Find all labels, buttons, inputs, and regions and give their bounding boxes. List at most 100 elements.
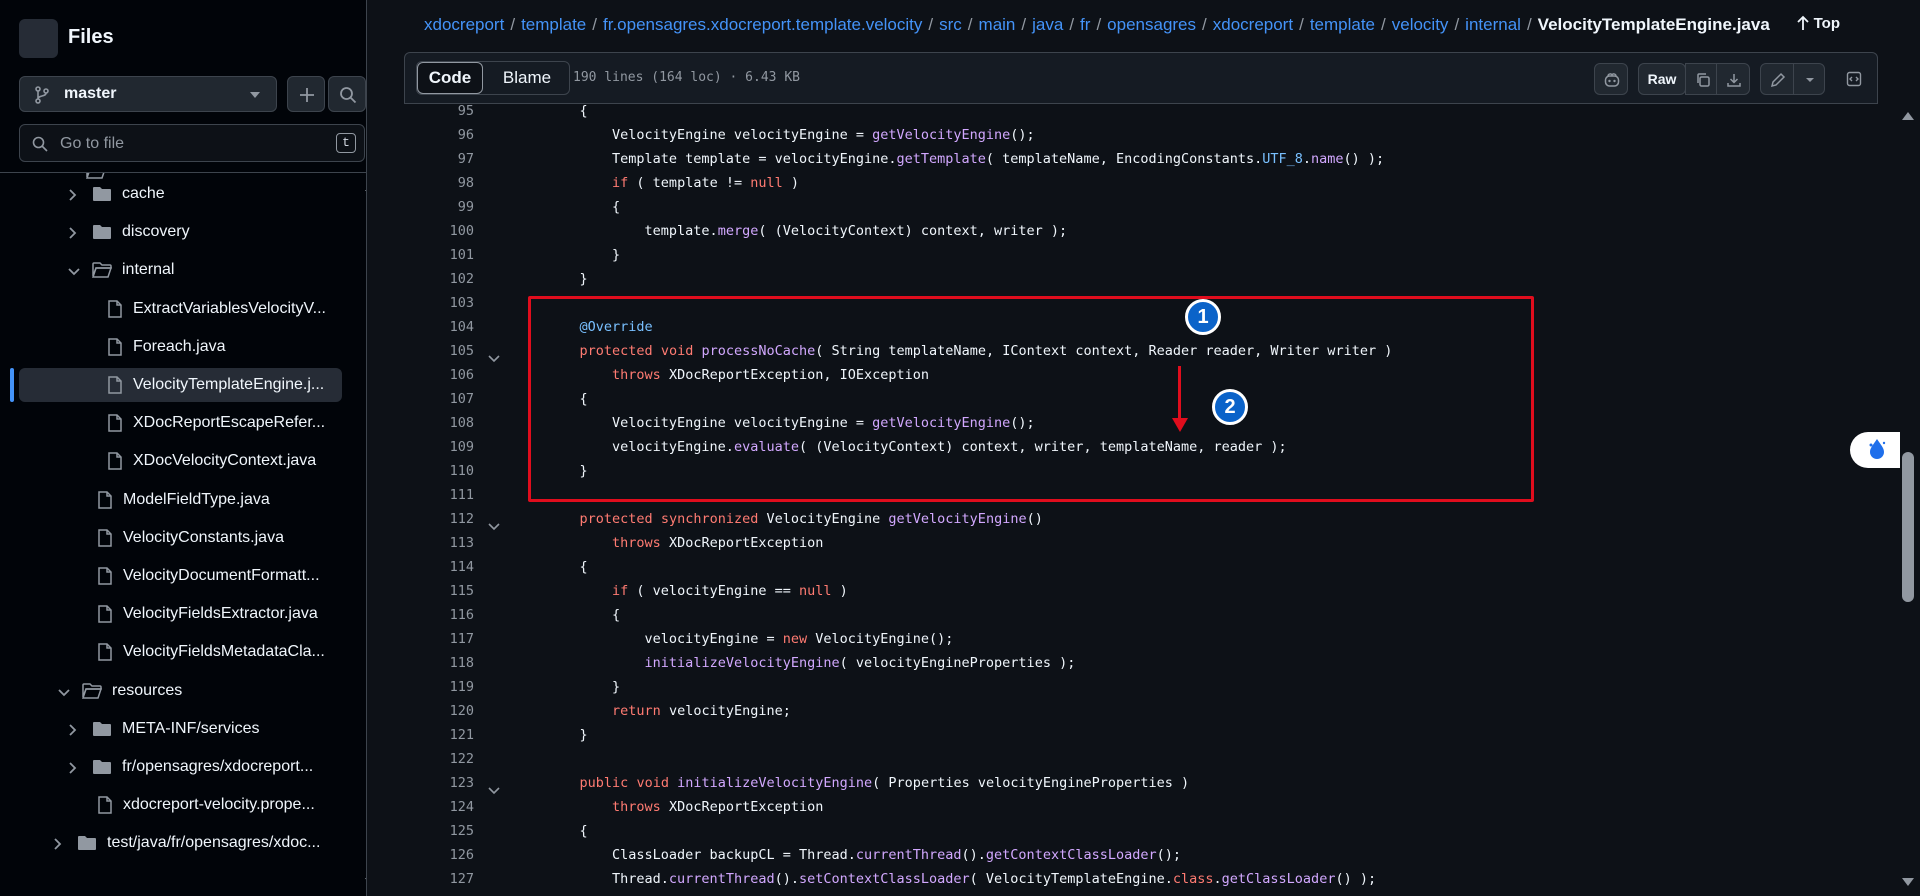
line-number[interactable]: 111 bbox=[404, 487, 474, 503]
breadcrumb-link[interactable]: xdocreport bbox=[1213, 15, 1293, 34]
line-number[interactable]: 123 bbox=[404, 775, 474, 791]
tree-file[interactable]: VelocityConstants.java bbox=[0, 521, 350, 555]
page-scrollbar-thumb[interactable] bbox=[1902, 452, 1914, 602]
copilot-button[interactable] bbox=[1594, 63, 1628, 95]
line-number[interactable]: 96 bbox=[404, 127, 474, 143]
go-to-file-field[interactable]: t bbox=[19, 124, 365, 162]
line-number[interactable]: 100 bbox=[404, 223, 474, 239]
extension-floating-button[interactable] bbox=[1850, 432, 1900, 468]
tree-file[interactable]: VelocityFieldsMetadataCla... bbox=[0, 635, 350, 669]
line-number[interactable]: 114 bbox=[404, 559, 474, 575]
line-number[interactable]: 120 bbox=[404, 703, 474, 719]
line-number[interactable]: 108 bbox=[404, 415, 474, 431]
tree-folder[interactable]: resources bbox=[0, 674, 350, 708]
download-icon bbox=[1727, 74, 1741, 87]
code-line: 123 public void initializeVelocityEngine… bbox=[404, 773, 1878, 797]
line-number[interactable]: 103 bbox=[404, 295, 474, 311]
code-line: 120 return velocityEngine; bbox=[404, 701, 1878, 725]
file-icon bbox=[97, 567, 113, 590]
breadcrumb-link[interactable]: template bbox=[521, 15, 586, 34]
code-text: @Override bbox=[579, 319, 653, 335]
tree-file[interactable]: VelocityTemplateEngine.j... bbox=[19, 368, 342, 402]
line-number[interactable]: 122 bbox=[404, 751, 474, 767]
line-number[interactable]: 117 bbox=[404, 631, 474, 647]
line-number[interactable]: 116 bbox=[404, 607, 474, 623]
breadcrumb-separator: / bbox=[1454, 15, 1460, 34]
scroll-down-arrow[interactable] bbox=[365, 878, 366, 886]
line-number[interactable]: 110 bbox=[404, 463, 474, 479]
add-file-button[interactable] bbox=[287, 76, 325, 112]
line-number[interactable]: 106 bbox=[404, 367, 474, 383]
scroll-up-arrow[interactable] bbox=[1902, 112, 1914, 120]
symbols-panel-button[interactable] bbox=[1837, 63, 1869, 95]
line-number[interactable]: 102 bbox=[404, 271, 474, 287]
tree-folder[interactable]: fr/opensagres/xdocreport... bbox=[0, 750, 350, 784]
line-number[interactable]: 105 bbox=[404, 343, 474, 359]
tree-file[interactable]: XDocReportEscapeRefer... bbox=[0, 406, 350, 440]
branch-select-button[interactable]: master bbox=[19, 76, 277, 112]
line-number[interactable]: 112 bbox=[404, 511, 474, 527]
tree-file[interactable]: Foreach.java bbox=[0, 330, 350, 364]
scroll-up-arrow[interactable] bbox=[365, 183, 366, 191]
tree-file[interactable]: xdocreport-velocity.prope... bbox=[0, 788, 350, 822]
breadcrumb-link[interactable]: main bbox=[979, 15, 1016, 34]
tree-folder[interactable]: internal bbox=[0, 253, 350, 287]
line-number[interactable]: 104 bbox=[404, 319, 474, 335]
line-number[interactable]: 119 bbox=[404, 679, 474, 695]
copy-raw-button[interactable] bbox=[1685, 63, 1717, 95]
chevron-down-icon[interactable] bbox=[58, 685, 70, 703]
tree-folder[interactable]: cache bbox=[0, 177, 350, 211]
tab-code[interactable]: Code bbox=[417, 62, 483, 94]
tree-folder[interactable]: test/java/fr/opensagres/xdoc... bbox=[0, 826, 350, 860]
line-number[interactable]: 126 bbox=[404, 847, 474, 863]
tree-folder[interactable]: discovery bbox=[0, 215, 350, 249]
breadcrumb-link[interactable]: fr.opensagres.xdocreport.template.veloci… bbox=[603, 15, 922, 34]
line-number[interactable]: 125 bbox=[404, 823, 474, 839]
chevron-down-icon[interactable] bbox=[68, 264, 80, 282]
tree-file[interactable]: XDocVelocityContext.java bbox=[0, 444, 350, 478]
tree-file[interactable]: ExtractVariablesVelocityV... bbox=[0, 292, 350, 326]
chevron-right-icon[interactable] bbox=[53, 837, 63, 855]
line-number[interactable]: 121 bbox=[404, 727, 474, 743]
chevron-right-icon[interactable] bbox=[68, 723, 78, 741]
tree-file[interactable]: VelocityFieldsExtractor.java bbox=[0, 597, 350, 631]
line-number[interactable]: 101 bbox=[404, 247, 474, 263]
breadcrumb-link[interactable]: src bbox=[939, 15, 962, 34]
line-number[interactable]: 127 bbox=[404, 871, 474, 887]
tab-blame[interactable]: Blame bbox=[485, 62, 569, 94]
chevron-right-icon[interactable] bbox=[68, 226, 78, 244]
line-number[interactable]: 98 bbox=[404, 175, 474, 191]
line-number[interactable]: 99 bbox=[404, 199, 474, 215]
line-number[interactable]: 113 bbox=[404, 535, 474, 551]
sidebar-toggle-icon[interactable] bbox=[19, 19, 58, 58]
breadcrumb-link[interactable]: internal bbox=[1465, 15, 1521, 34]
breadcrumb-link[interactable]: java bbox=[1032, 15, 1063, 34]
chevron-right-icon[interactable] bbox=[68, 761, 78, 779]
line-number[interactable]: 124 bbox=[404, 799, 474, 815]
line-number[interactable]: 109 bbox=[404, 439, 474, 455]
line-number[interactable]: 115 bbox=[404, 583, 474, 599]
raw-button[interactable]: Raw bbox=[1638, 63, 1686, 95]
tree-file[interactable]: VelocityDocumentFormatt... bbox=[0, 559, 350, 593]
breadcrumb-link[interactable]: xdocreport bbox=[424, 15, 504, 34]
top-link[interactable]: Top bbox=[1796, 15, 1840, 32]
breadcrumb-link[interactable]: fr bbox=[1080, 15, 1090, 34]
line-number[interactable]: 95 bbox=[404, 104, 474, 119]
breadcrumb-link[interactable]: opensagres bbox=[1107, 15, 1196, 34]
page-scrollbar[interactable] bbox=[1900, 0, 1920, 896]
tree-folder[interactable]: META-INF/services bbox=[0, 712, 350, 746]
search-button[interactable] bbox=[328, 76, 366, 112]
scroll-down-arrow[interactable] bbox=[1902, 878, 1914, 886]
chevron-right-icon[interactable] bbox=[68, 188, 78, 206]
annotation-badge-1: 1 bbox=[1185, 299, 1221, 335]
line-number[interactable]: 97 bbox=[404, 151, 474, 167]
tree-file[interactable]: ModelFieldType.java bbox=[0, 483, 350, 517]
line-number[interactable]: 107 bbox=[404, 391, 474, 407]
breadcrumb-link[interactable]: velocity bbox=[1392, 15, 1449, 34]
edit-button[interactable] bbox=[1760, 63, 1794, 95]
download-button[interactable] bbox=[1716, 63, 1750, 95]
go-to-file-input[interactable] bbox=[58, 131, 322, 157]
breadcrumb-link[interactable]: template bbox=[1310, 15, 1375, 34]
line-number[interactable]: 118 bbox=[404, 655, 474, 671]
edit-options-dropdown[interactable] bbox=[1793, 63, 1825, 95]
